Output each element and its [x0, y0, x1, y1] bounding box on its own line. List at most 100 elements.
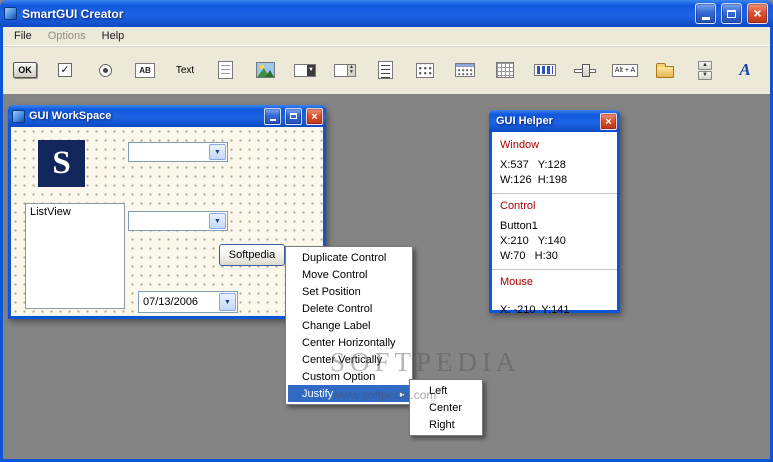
maximize-button[interactable]: [721, 3, 742, 24]
maximize-icon: [727, 9, 736, 18]
helper-control-name: Button1: [500, 220, 538, 232]
ok-button-icon: OK: [13, 62, 37, 78]
toolbar-button-memo[interactable]: [205, 49, 245, 91]
toolbar-button-listview[interactable]: [405, 49, 445, 91]
toolbar-button-radio[interactable]: [85, 49, 125, 91]
workspace-maximize-button[interactable]: [285, 107, 302, 125]
helper-control-position: X:210 Y:140: [500, 235, 566, 247]
submenu-item-right[interactable]: Right: [412, 416, 480, 433]
combobox-control-2[interactable]: [128, 211, 228, 231]
menu-item-center-vertically[interactable]: Center Vertically: [288, 351, 410, 368]
justify-submenu: Left Center Right: [409, 379, 483, 436]
submenu-item-left[interactable]: Left: [412, 382, 480, 399]
workspace-close-button[interactable]: [306, 107, 323, 125]
toolbar-button-combobox[interactable]: ▼: [285, 49, 325, 91]
text-label-icon: Text: [175, 64, 195, 76]
helper-title: GUI Helper: [496, 115, 553, 127]
toolbar-button-spinedit[interactable]: ▲ ▼: [325, 49, 365, 91]
helper-control-size: W:70 H:30: [500, 250, 558, 262]
datepicker-control[interactable]: 07/13/2006: [138, 291, 238, 313]
app-icon: [4, 7, 17, 20]
datepicker-dropdown-button[interactable]: [219, 293, 236, 311]
helper-separator: [492, 193, 617, 195]
minimize-icon: [701, 16, 710, 20]
combobox-value: [129, 212, 208, 230]
radio-button-icon: [98, 63, 112, 77]
menu-file[interactable]: File: [6, 28, 40, 44]
maximize-icon: [290, 113, 297, 119]
progressbar-icon: [534, 64, 556, 76]
close-icon: [753, 5, 761, 23]
combobox-value: [129, 143, 208, 161]
context-menu: Duplicate Control Move Control Set Posit…: [285, 246, 413, 405]
workspace-minimize-button[interactable]: [264, 107, 281, 125]
close-button[interactable]: [747, 3, 768, 24]
menubar: File Options Help: [3, 27, 770, 45]
close-icon: [605, 112, 611, 130]
toolbar-button-updown[interactable]: ▲ ▼: [685, 49, 725, 91]
helper-control-header: Control: [500, 200, 536, 212]
menu-item-set-position[interactable]: Set Position: [288, 283, 410, 300]
slider-icon: [574, 63, 596, 77]
menu-help[interactable]: Help: [94, 28, 133, 44]
datepicker-icon: [455, 63, 475, 77]
toolbar-button-calendar[interactable]: [485, 49, 525, 91]
toolbar-button-progressbar[interactable]: [525, 49, 565, 91]
hotkey-icon: Alt + A: [611, 63, 639, 77]
workspace-titlebar[interactable]: GUI WorkSpace: [8, 105, 326, 127]
listview-label: ListView: [30, 206, 71, 218]
toolbar-button-datepicker[interactable]: [445, 49, 485, 91]
menu-options[interactable]: Options: [40, 28, 94, 44]
minimize-icon: [269, 118, 276, 121]
toolbar-button-slider[interactable]: [565, 49, 605, 91]
main-titlebar[interactable]: SmartGUI Creator: [0, 0, 773, 27]
helper-close-button[interactable]: [600, 112, 617, 130]
listbox-icon: [377, 61, 393, 79]
mdi-client-area: GUI WorkSpace S ListView: [3, 94, 770, 459]
menu-item-center-horizontally[interactable]: Center Horizontally: [288, 334, 410, 351]
workspace-window: GUI WorkSpace S ListView: [8, 105, 326, 319]
button-label: Softpedia: [228, 249, 276, 261]
toolbar-button-editbox[interactable]: AB: [125, 49, 165, 91]
toolbar-button-font[interactable]: A: [725, 49, 765, 91]
submenu-item-center[interactable]: Center: [412, 399, 480, 416]
menu-item-justify[interactable]: Justify: [288, 385, 410, 402]
memo-icon: [217, 61, 233, 79]
menu-item-label: Justify: [302, 387, 334, 400]
softpedia-logo-image[interactable]: S: [38, 140, 85, 187]
helper-titlebar[interactable]: GUI Helper: [489, 110, 620, 132]
menu-item-move-control[interactable]: Move Control: [288, 266, 410, 283]
listview-control[interactable]: ListView: [25, 203, 125, 309]
toolbar-button-ok[interactable]: OK: [5, 49, 45, 91]
screen: SmartGUI Creator File Options Help OK AB…: [0, 0, 773, 462]
window-title: SmartGUI Creator: [22, 6, 124, 21]
datepicker-value: 07/13/2006: [143, 296, 199, 308]
combobox-dropdown-button[interactable]: [209, 144, 226, 160]
main-window: SmartGUI Creator File Options Help OK AB…: [0, 0, 773, 462]
toolbar-button-checkbox[interactable]: [45, 49, 85, 91]
helper-separator: [492, 269, 617, 271]
toolbar-button-text[interactable]: Text: [165, 49, 205, 91]
workspace-canvas[interactable]: S ListView Softpedia: [11, 127, 323, 316]
toolbar-button-hotkey[interactable]: Alt + A: [605, 49, 645, 91]
menu-item-custom-option[interactable]: Custom Option: [288, 368, 410, 385]
toolbar-button-image[interactable]: [245, 49, 285, 91]
menu-item-change-label[interactable]: Change Label: [288, 317, 410, 334]
helper-window-size: W:126 H:198: [500, 174, 568, 186]
toolbar-button-listbox[interactable]: [365, 49, 405, 91]
menu-item-delete-control[interactable]: Delete Control: [288, 300, 410, 317]
font-icon: A: [739, 60, 751, 79]
minimize-button[interactable]: [695, 3, 716, 24]
calendar-icon: [496, 62, 514, 78]
image-icon: [255, 62, 275, 78]
toolbar-button-folder[interactable]: [645, 49, 685, 91]
helper-window: GUI Helper Window X:537 Y:128 W:126 H:19…: [489, 110, 620, 316]
helper-window-header: Window: [500, 139, 540, 151]
close-icon: [311, 107, 317, 125]
updown-icon: ▲ ▼: [698, 60, 712, 80]
combobox-control-1[interactable]: [128, 142, 228, 162]
combobox-dropdown-button[interactable]: [209, 213, 226, 229]
softpedia-button-control[interactable]: Softpedia: [219, 244, 285, 266]
menu-item-duplicate-control[interactable]: Duplicate Control: [288, 249, 410, 266]
